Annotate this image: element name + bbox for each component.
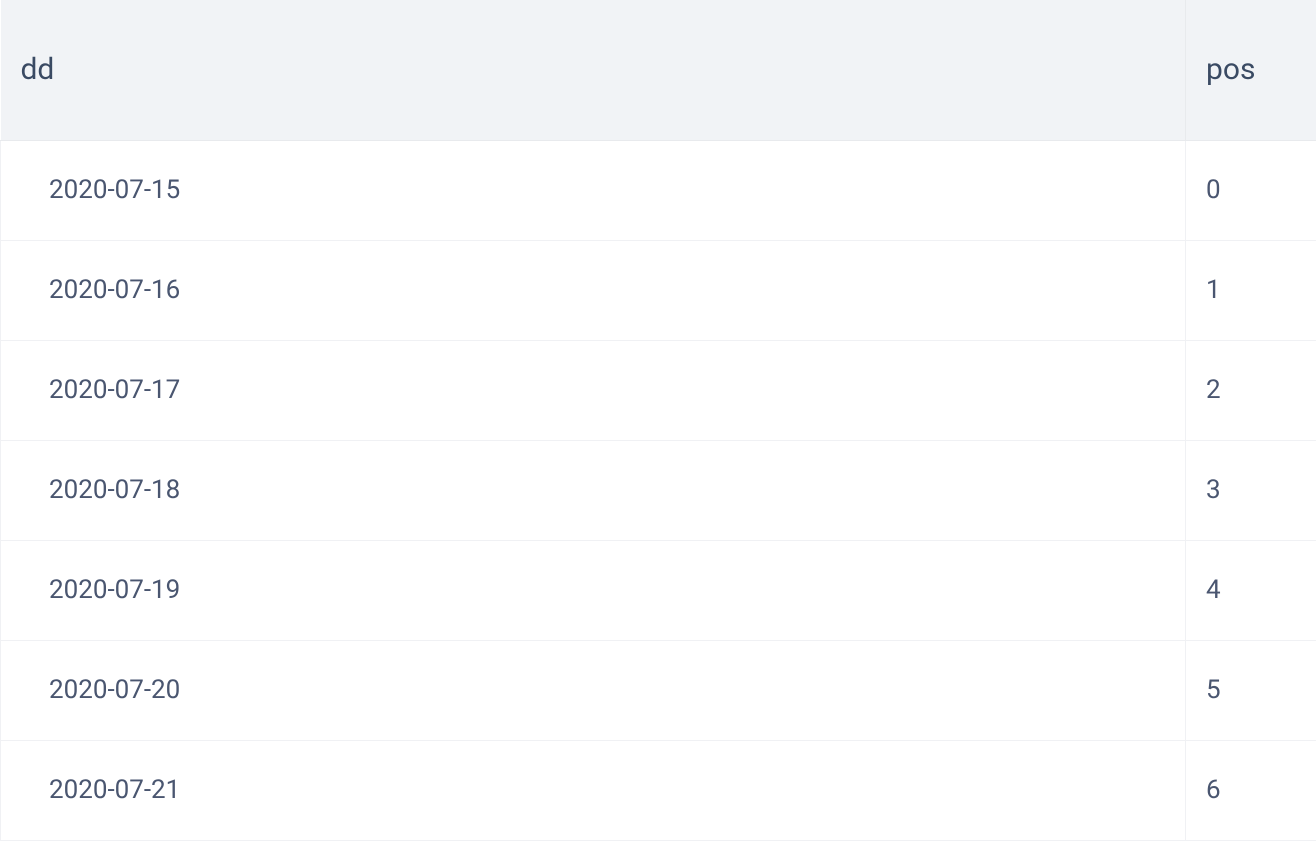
cell-dd: 2020-07-21 (1, 740, 1186, 840)
table-header-row: dd pos (1, 0, 1316, 140)
cell-pos: 2 (1186, 340, 1316, 440)
cell-pos: 0 (1186, 140, 1316, 240)
cell-pos: 5 (1186, 640, 1316, 740)
cell-dd: 2020-07-18 (1, 440, 1186, 540)
table-row: 2020-07-18 3 (1, 440, 1316, 540)
table-row: 2020-07-16 1 (1, 240, 1316, 340)
table-row: 2020-07-21 6 (1, 740, 1316, 840)
cell-pos: 6 (1186, 740, 1316, 840)
cell-dd: 2020-07-20 (1, 640, 1186, 740)
column-header-pos[interactable]: pos (1186, 0, 1316, 140)
cell-dd: 2020-07-15 (1, 140, 1186, 240)
cell-dd: 2020-07-17 (1, 340, 1186, 440)
cell-pos: 1 (1186, 240, 1316, 340)
cell-pos: 4 (1186, 540, 1316, 640)
cell-dd: 2020-07-19 (1, 540, 1186, 640)
column-header-dd[interactable]: dd (1, 0, 1186, 140)
table-row: 2020-07-17 2 (1, 340, 1316, 440)
cell-pos: 3 (1186, 440, 1316, 540)
data-table: dd pos 2020-07-15 0 2020-07-16 1 2020-07… (0, 0, 1316, 841)
table-row: 2020-07-15 0 (1, 140, 1316, 240)
table-row: 2020-07-19 4 (1, 540, 1316, 640)
table-row: 2020-07-20 5 (1, 640, 1316, 740)
cell-dd: 2020-07-16 (1, 240, 1186, 340)
